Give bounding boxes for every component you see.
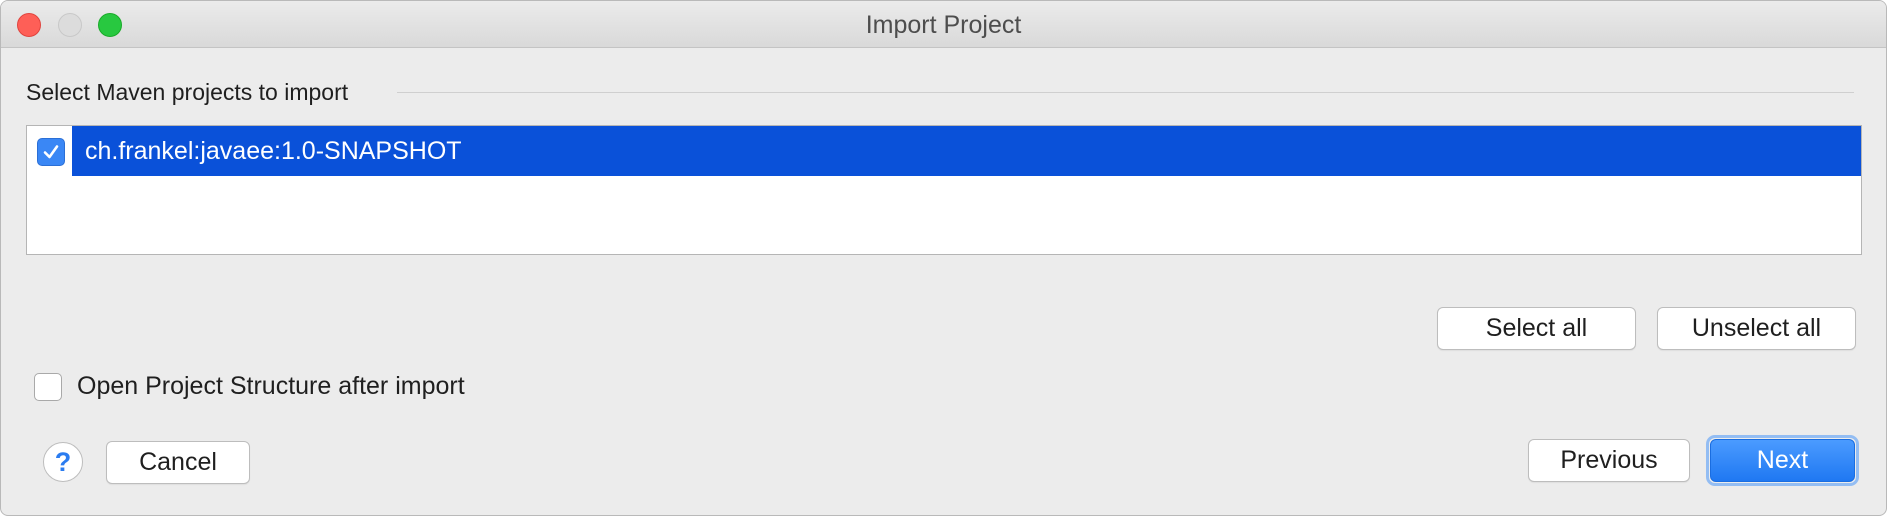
open-project-structure-label[interactable]: Open Project Structure after import <box>77 372 465 401</box>
next-button[interactable]: Next <box>1710 439 1855 482</box>
open-project-structure-option[interactable]: Open Project Structure after import <box>34 372 465 401</box>
list-item[interactable]: ch.frankel:javaee:1.0-SNAPSHOT <box>27 126 1861 176</box>
help-icon: ? <box>54 446 72 477</box>
open-project-structure-checkbox[interactable] <box>34 372 62 401</box>
cancel-button[interactable]: Cancel <box>106 441 250 484</box>
select-all-button[interactable]: Select all <box>1437 307 1636 350</box>
unselect-all-button[interactable]: Unselect all <box>1657 307 1856 350</box>
maven-projects-list[interactable]: ch.frankel:javaee:1.0-SNAPSHOT <box>26 125 1862 255</box>
window-title: Import Project <box>865 11 1022 39</box>
project-label: ch.frankel:javaee:1.0-SNAPSHOT <box>85 137 462 165</box>
checkmark-icon <box>43 145 59 159</box>
previous-button[interactable]: Previous <box>1528 439 1690 482</box>
maven-projects-section-header: Select Maven projects to import <box>26 79 349 105</box>
project-checkbox[interactable] <box>37 138 65 166</box>
section-divider <box>397 92 1854 93</box>
title-bar[interactable]: Import Project <box>1 1 1886 48</box>
import-project-dialog: Import Project Select Maven projects to … <box>0 0 1887 516</box>
help-button[interactable]: ? <box>43 442 83 482</box>
